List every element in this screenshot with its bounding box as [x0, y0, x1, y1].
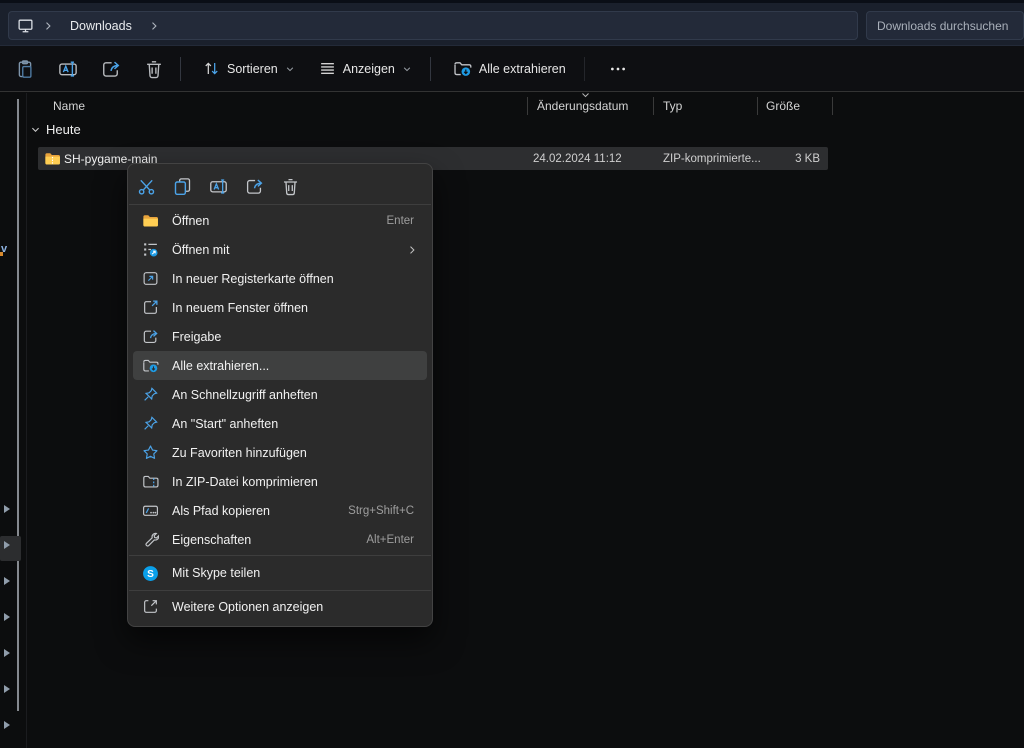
tree-expand-icon[interactable]: [2, 683, 14, 695]
submenu-chevron-icon: [406, 244, 418, 256]
file-type: ZIP-komprimierte...: [663, 153, 761, 165]
tree-expand-icon[interactable]: [2, 647, 14, 659]
view-button[interactable]: Anzeigen: [309, 52, 422, 86]
search-box[interactable]: [866, 11, 1024, 40]
wrench-icon: [142, 531, 159, 548]
paste-button[interactable]: [7, 52, 43, 86]
this-pc-icon[interactable]: [17, 17, 34, 34]
menu-item-more-options[interactable]: Weitere Optionen anzeigen: [133, 592, 427, 621]
column-separator[interactable]: [757, 97, 758, 115]
extract-all-button[interactable]: Alle extrahieren: [443, 52, 576, 86]
menu-item-compress-zip[interactable]: In ZIP-Datei komprimieren: [133, 467, 427, 496]
folder-icon: [142, 212, 159, 229]
tree-expand-icon[interactable]: [2, 539, 14, 551]
pin-icon: [142, 415, 159, 432]
view-label: Anzeigen: [343, 62, 395, 76]
rename-button[interactable]: [50, 52, 86, 86]
group-header-today[interactable]: Heute: [30, 122, 81, 137]
file-modified: 24.02.2024 11:12: [533, 153, 622, 165]
extract-folder-icon: [453, 59, 472, 78]
menu-item-properties[interactable]: Eigenschaften Alt+Enter: [133, 525, 427, 554]
column-separator[interactable]: [527, 97, 528, 115]
search-input[interactable]: [877, 19, 1013, 33]
cut-button[interactable]: [128, 171, 164, 201]
context-menu-icon-row: [128, 169, 432, 203]
chevron-down-icon: [285, 64, 295, 74]
menu-item-copy-as-path[interactable]: Als Pfad kopieren Strg+Shift+C: [133, 496, 427, 525]
sort-arrows-icon: [203, 60, 220, 77]
column-separator[interactable]: [653, 97, 654, 115]
star-icon: [142, 444, 159, 461]
breadcrumb-downloads[interactable]: Downloads: [62, 16, 140, 36]
column-header-size[interactable]: Größe: [766, 96, 800, 116]
copy-button[interactable]: [164, 171, 200, 201]
more-options-icon: [142, 598, 159, 615]
zip-folder-icon: [44, 150, 61, 167]
shortcut-label: Alt+Enter: [366, 534, 418, 546]
file-size: 3 KB: [795, 153, 820, 165]
see-more-button[interactable]: [600, 52, 636, 86]
sort-label: Sortieren: [227, 62, 278, 76]
file-explorer-window: Downloads: [0, 0, 1024, 748]
svg-text:S: S: [147, 569, 154, 580]
toolbar-divider: [584, 57, 585, 81]
copy-path-icon: [142, 502, 159, 519]
tree-expand-icon[interactable]: [2, 719, 14, 731]
context-menu: Öffnen Enter Öffnen mit: [127, 163, 433, 627]
shortcut-label: Enter: [387, 215, 419, 227]
menu-item-open[interactable]: Öffnen Enter: [133, 206, 427, 235]
pin-icon: [142, 386, 159, 403]
command-bar: Sortieren Anzeigen: [0, 45, 1024, 92]
shortcut-label: Strg+Shift+C: [348, 505, 418, 517]
title-bar: Downloads: [0, 0, 1024, 45]
share-button[interactable]: [93, 52, 129, 86]
menu-item-open-new-tab[interactable]: In neuer Registerkarte öffnen: [133, 264, 427, 293]
column-header-type[interactable]: Typ: [663, 96, 682, 116]
zip-compress-icon: [142, 473, 159, 490]
menu-item-share-skype[interactable]: S Mit Skype teilen: [133, 557, 427, 589]
share-icon: [142, 328, 159, 345]
column-header-modified[interactable]: Änderungsdatum: [537, 96, 628, 116]
extract-folder-icon: [142, 357, 159, 374]
chevron-down-icon: [402, 64, 412, 74]
delete-button[interactable]: [272, 171, 308, 201]
tree-expand-icon[interactable]: [2, 611, 14, 623]
sort-button[interactable]: Sortieren: [193, 52, 305, 86]
new-tab-icon: [142, 270, 159, 287]
tree-expand-icon[interactable]: [2, 503, 14, 515]
menu-item-share[interactable]: Freigabe: [133, 322, 427, 351]
menu-separator: [129, 555, 431, 556]
toolbar-divider: [430, 57, 431, 81]
menu-item-open-new-window[interactable]: In neuem Fenster öffnen: [133, 293, 427, 322]
menu-item-add-favorites[interactable]: Zu Favoriten hinzufügen: [133, 438, 427, 467]
open-with-icon: [142, 241, 159, 258]
menu-item-extract-all[interactable]: Alle extrahieren...: [133, 351, 427, 380]
new-window-icon: [142, 299, 159, 316]
nav-pane-scrollbar[interactable]: [17, 99, 19, 711]
extract-all-label: Alle extrahieren: [479, 62, 566, 76]
tree-expand-icon[interactable]: [2, 575, 14, 587]
column-header-name[interactable]: Name: [53, 96, 85, 116]
menu-separator: [129, 204, 431, 205]
rename-button[interactable]: [200, 171, 236, 201]
file-list-area: v Name Änderungsdatum Typ Größe Heute: [0, 93, 1024, 748]
nav-pane-divider: [26, 93, 27, 748]
share-button[interactable]: [236, 171, 272, 201]
menu-item-pin-quick-access[interactable]: An Schnellzugriff anheften: [133, 380, 427, 409]
menu-separator: [129, 590, 431, 591]
menu-item-open-with[interactable]: Öffnen mit: [133, 235, 427, 264]
view-list-icon: [319, 60, 336, 77]
breadcrumb-chevron-icon[interactable]: [40, 18, 56, 34]
group-label: Heute: [46, 122, 81, 137]
nav-item-icon-fragment: [0, 252, 3, 256]
chevron-down-icon[interactable]: [30, 124, 41, 135]
toolbar-divider: [180, 57, 181, 81]
address-bar[interactable]: Downloads: [8, 11, 858, 40]
skype-icon: S: [142, 565, 159, 582]
delete-button[interactable]: [136, 52, 172, 86]
sort-direction-icon: [581, 91, 590, 99]
column-separator[interactable]: [832, 97, 833, 115]
menu-item-pin-start[interactable]: An "Start" anheften: [133, 409, 427, 438]
breadcrumb-chevron-icon[interactable]: [146, 18, 162, 34]
